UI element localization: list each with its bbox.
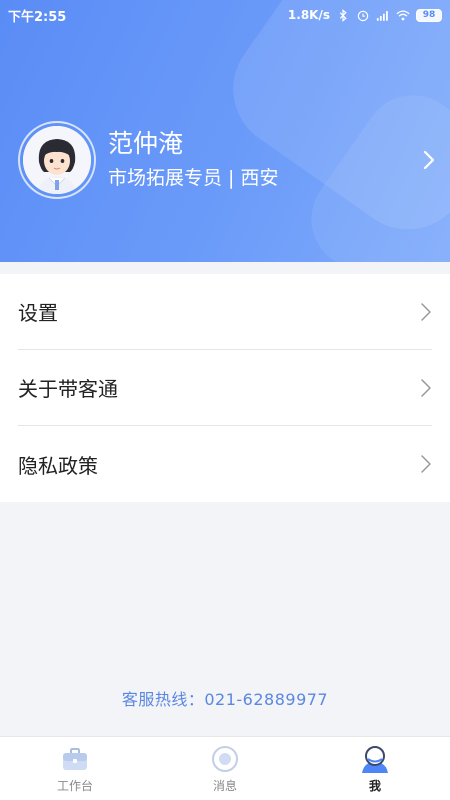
bluetooth-icon (339, 8, 347, 22)
signal-icon (376, 10, 388, 21)
menu-item-label: 关于带客通 (18, 377, 118, 401)
briefcase-icon (63, 748, 87, 770)
bottom-tab-bar: 工作台 消息 我 (0, 736, 450, 800)
chevron-right-icon[interactable] (420, 149, 438, 171)
tab-label: 工作台 (56, 779, 93, 793)
chevron-right-icon (421, 378, 431, 397)
wifi-icon (396, 9, 410, 20)
settings-menu: 设置 关于带客通 隐私政策 (0, 274, 450, 502)
menu-item-about[interactable]: 关于带客通 (18, 350, 432, 426)
battery-indicator: 98 (416, 8, 442, 22)
status-time: 下午2:55 (8, 9, 67, 25)
avatar[interactable] (23, 126, 91, 194)
menu-item-settings[interactable]: 设置 (18, 274, 432, 350)
avatar-ring (18, 121, 96, 199)
avatar-illustration-icon (23, 126, 91, 194)
message-icon (212, 746, 238, 772)
chevron-right-icon (421, 455, 431, 473)
profile-name: 范仲淹 (108, 129, 184, 158)
tab-messages[interactable]: 消息 (150, 737, 300, 800)
menu-item-label: 隐私政策 (18, 453, 98, 478)
tab-label: 我 (368, 779, 381, 793)
tab-me[interactable]: 我 (300, 737, 450, 800)
status-bar: 下午2:55 1.8K/s 98 (0, 0, 450, 30)
chevron-right-icon (421, 302, 431, 321)
customer-service-hotline[interactable]: 客服热线：021-62889977 (0, 686, 450, 710)
profile-card[interactable]: 范仲淹 市场拓展专员 | 西安 (18, 120, 438, 200)
alarm-icon (357, 10, 369, 21)
profile-role: 市场拓展专员 | 西安 (108, 167, 279, 189)
profile-info: 范仲淹 市场拓展专员 | 西安 (108, 128, 278, 192)
profile-icon (362, 746, 388, 773)
tab-workbench[interactable]: 工作台 (0, 737, 150, 800)
menu-item-privacy[interactable]: 隐私政策 (18, 426, 432, 502)
tab-label: 消息 (212, 779, 237, 793)
network-speed: 1.8K/s (287, 8, 330, 22)
menu-item-label: 设置 (18, 301, 58, 325)
